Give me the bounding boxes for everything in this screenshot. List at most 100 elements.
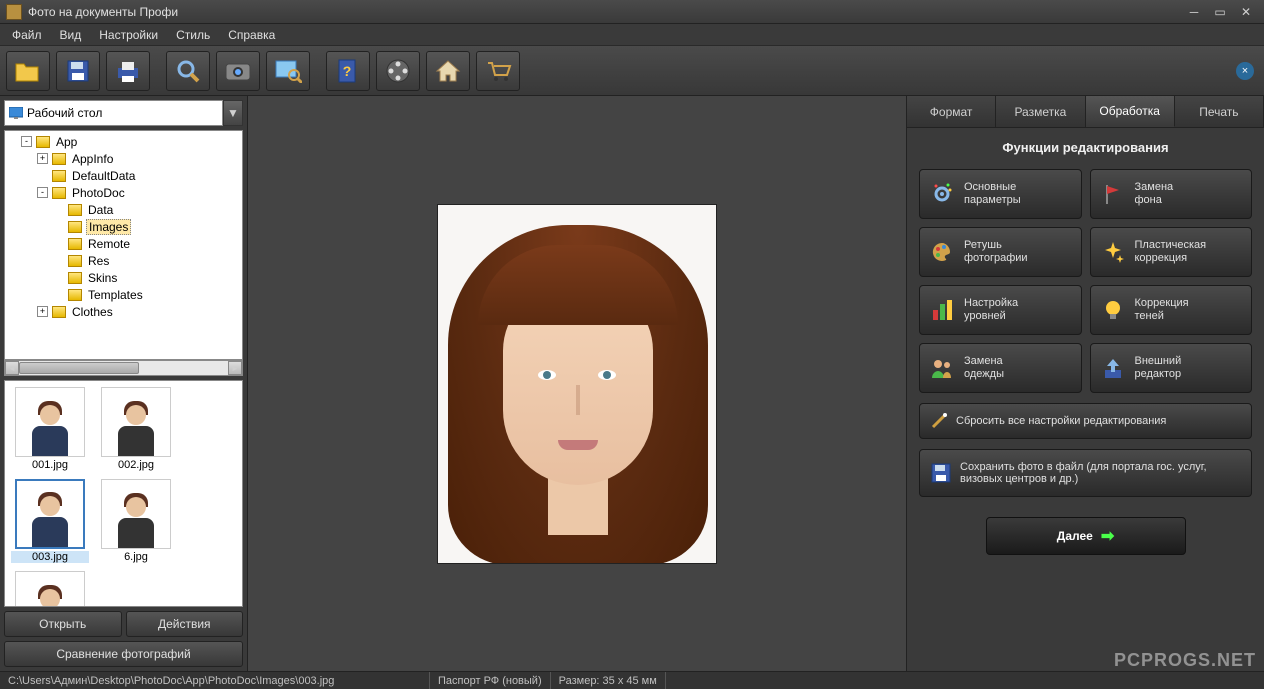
path-label: Рабочий стол: [27, 106, 102, 120]
toolbar: ?×: [0, 46, 1264, 96]
thumbnail-image: [15, 479, 85, 549]
tree-label: App: [54, 135, 79, 149]
tab-разметка[interactable]: Разметка: [996, 96, 1085, 127]
close-button[interactable]: ✕: [1234, 4, 1258, 20]
thumbnail-label: 6.jpg: [97, 551, 175, 563]
thumbnail-label: 003.jpg: [11, 551, 89, 563]
tree-node-remote[interactable]: Remote: [5, 235, 242, 252]
next-button[interactable]: Далее ➡: [986, 517, 1186, 555]
gear-icon: [928, 180, 956, 208]
reset-button[interactable]: Сбросить все настройки редактирования: [919, 403, 1252, 439]
scroll-right-button[interactable]: ►: [228, 361, 242, 375]
tree-node-templates[interactable]: Templates: [5, 286, 242, 303]
film-reel-icon: [385, 58, 411, 84]
edit-flag-button[interactable]: Заменафона: [1090, 169, 1253, 219]
scroll-thumb[interactable]: [19, 362, 139, 374]
edit-people-button[interactable]: Заменаодежды: [919, 343, 1082, 393]
thumbnail-label: 001.jpg: [11, 459, 89, 471]
open-folder-icon: [14, 58, 42, 84]
folder-tree[interactable]: - App + AppInfo DefaultData-PhotoDocDataImag…: [4, 130, 243, 360]
tree-node-defaultdata[interactable]: DefaultData: [5, 167, 242, 184]
menu-файл[interactable]: Файл: [4, 26, 50, 44]
edit-button-label: Заменаодежды: [964, 355, 1004, 381]
actions-button[interactable]: Действия: [126, 611, 244, 637]
zoom-icon: [175, 58, 201, 84]
app-icon: [6, 4, 22, 20]
folder-icon: [68, 289, 82, 301]
reset-label: Сбросить все настройки редактирования: [956, 415, 1166, 427]
thumbnail-item[interactable]: 001.jpg: [11, 387, 89, 471]
thumbnail-label: 002.jpg: [97, 459, 175, 471]
tree-node-images[interactable]: Images: [5, 218, 242, 235]
tree-node-skins[interactable]: Skins: [5, 269, 242, 286]
tree-scrollbar[interactable]: ◄ ►: [4, 360, 243, 376]
save-to-file-button[interactable]: Сохранить фото в файл (для портала гос. …: [919, 449, 1252, 497]
tree-toggle-icon[interactable]: -: [21, 136, 32, 147]
save-button[interactable]: [56, 51, 100, 91]
compare-button[interactable]: Сравнение фотографий: [4, 641, 243, 667]
scroll-left-button[interactable]: ◄: [5, 361, 19, 375]
minimize-button[interactable]: ─: [1182, 4, 1206, 20]
edit-button-label: Ретушьфотографии: [964, 239, 1028, 265]
tree-label: Res: [86, 254, 111, 268]
tree-node-appinfo[interactable]: + AppInfo: [5, 150, 242, 167]
thumbnail-image: [15, 571, 85, 607]
photo-preview: [437, 204, 717, 564]
zoom-button[interactable]: [166, 51, 210, 91]
edit-sparkle-button[interactable]: Пластическаякоррекция: [1090, 227, 1253, 277]
tree-toggle-icon[interactable]: +: [37, 306, 48, 317]
tree-node-clothes[interactable]: +Clothes: [5, 303, 242, 320]
menu-стиль[interactable]: Стиль: [168, 26, 218, 44]
path-selector[interactable]: Рабочий стол: [4, 100, 223, 126]
camera-button[interactable]: [216, 51, 260, 91]
tree-toggle-icon[interactable]: -: [37, 187, 48, 198]
folder-icon: [52, 306, 66, 318]
edit-upload-button[interactable]: Внешнийредактор: [1090, 343, 1253, 393]
folder-icon: [52, 170, 66, 182]
menu-настройки[interactable]: Настройки: [91, 26, 166, 44]
film-reel-button[interactable]: [376, 51, 420, 91]
edit-gear-button[interactable]: Основныепараметры: [919, 169, 1082, 219]
thumbnail-item[interactable]: 6.jpg: [97, 479, 175, 563]
help-book-icon: ?: [336, 58, 360, 84]
folder-icon: [68, 238, 82, 250]
print-button[interactable]: [106, 51, 150, 91]
help-book-button[interactable]: ?: [326, 51, 370, 91]
tab-печать[interactable]: Печать: [1175, 96, 1264, 127]
image-search-button[interactable]: [266, 51, 310, 91]
edit-bars-button[interactable]: Настройкауровней: [919, 285, 1082, 335]
menubar: ФайлВидНастройкиСтильСправка: [0, 24, 1264, 46]
tree-label: AppInfo: [70, 152, 115, 166]
maximize-button[interactable]: ▭: [1208, 4, 1232, 20]
folder-icon: [36, 136, 50, 148]
thumbnail-grid: 001.jpg 002.jpg 003.jpg 6.jpg: [4, 380, 243, 607]
home-button[interactable]: [426, 51, 470, 91]
tab-обработка[interactable]: Обработка: [1086, 96, 1175, 127]
edit-button-label: Пластическаякоррекция: [1135, 239, 1207, 265]
menu-вид[interactable]: Вид: [52, 26, 90, 44]
path-dropdown-button[interactable]: ▼: [223, 100, 243, 126]
folder-icon: [52, 153, 66, 165]
open-folder-button[interactable]: [6, 51, 50, 91]
tree-toggle-icon[interactable]: +: [37, 153, 48, 164]
wand-icon: [930, 412, 948, 430]
toolbar-close-icon[interactable]: ×: [1236, 62, 1254, 80]
open-button[interactable]: Открыть: [4, 611, 122, 637]
edit-bulb-button[interactable]: Коррекциятеней: [1090, 285, 1253, 335]
thumbnail-item[interactable]: 003.jpg: [11, 479, 89, 563]
tree-node-res[interactable]: Res: [5, 252, 242, 269]
folder-icon: [52, 187, 66, 199]
menu-справка[interactable]: Справка: [220, 26, 283, 44]
edit-palette-button[interactable]: Ретушьфотографии: [919, 227, 1082, 277]
thumbnail-item[interactable]: [11, 571, 89, 607]
tree-node-app[interactable]: - App: [5, 133, 242, 150]
right-panel: ФорматРазметкаОбработкаПечать Функции ре…: [906, 96, 1264, 671]
people-icon: [928, 354, 956, 382]
tree-label: DefaultData: [70, 169, 137, 183]
tab-формат[interactable]: Формат: [907, 96, 996, 127]
tree-node-photodoc[interactable]: -PhotoDoc: [5, 184, 242, 201]
tree-node-data[interactable]: Data: [5, 201, 242, 218]
thumbnail-item[interactable]: 002.jpg: [97, 387, 175, 471]
cart-button[interactable]: [476, 51, 520, 91]
next-label: Далее: [1057, 529, 1093, 543]
